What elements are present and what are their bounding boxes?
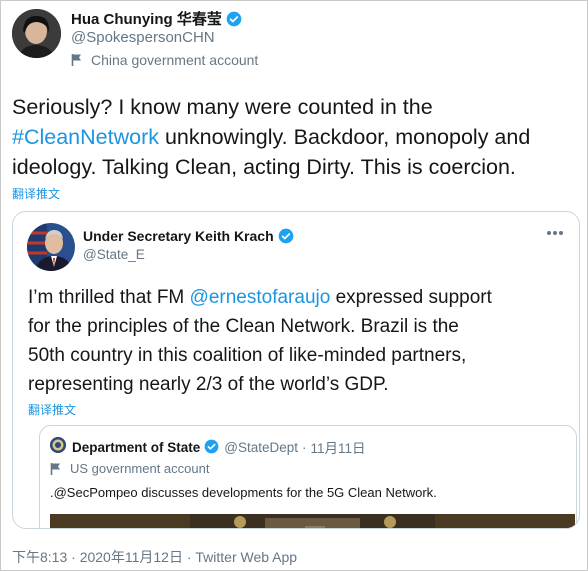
more-options-icon[interactable] [545,226,565,240]
author-name-row[interactable]: Hua Chunying 华春莹 [71,8,242,29]
tweet-line-2: #CleanNetwork unknowingly. Backdoor, mon… [12,122,582,152]
translate-tweet-link[interactable]: 翻译推文 [12,185,60,202]
verified-badge-icon [226,11,242,27]
tweet-line-3: ideology. Talking Clean, acting Dirty. T… [12,155,516,179]
quoted-line-1-post: expressed support [330,287,492,308]
nested-header: Department of State @StateDept · 11月11日 [72,437,366,457]
quoted-author-name-row[interactable]: Under Secretary Keith Krach [83,228,294,244]
author-handle[interactable]: @SpokespersonCHN [71,29,215,46]
hashtag-link[interactable]: #CleanNetwork [12,125,159,149]
tweet-timestamp[interactable]: 下午8:13 · 2020年11月12日 · Twitter Web App [12,547,297,567]
mention-link[interactable]: @ernestofaraujo [190,287,331,308]
nested-separator: · [302,439,307,455]
account-label-text: China government account [91,52,259,68]
flag-icon [50,462,62,476]
quoted-author-name[interactable]: Under Secretary Keith Krach [83,228,274,244]
nested-date[interactable]: 11月11日 [311,437,366,457]
quoted-line-3: 50th country in this coalition of like-m… [28,345,467,366]
author-name[interactable]: Hua Chunying 华春莹 [71,8,222,29]
state-dept-seal-icon [50,437,66,453]
nested-quoted-tweet[interactable]: Department of State @StateDept · 11月11日 … [39,425,577,528]
nested-author-name[interactable]: Department of State [72,440,200,455]
quoted-translate-link[interactable]: 翻译推文 [28,401,76,418]
tweet-line-1: Seriously? I know many were counted in t… [12,95,433,119]
verified-badge-icon [278,228,294,244]
nested-account-label-text: US government account [70,461,210,476]
quoted-author-handle[interactable]: @State_E [83,247,145,262]
quoted-line-2: for the principles of the Clean Network.… [28,316,459,337]
nested-media-image[interactable] [50,514,575,528]
quoted-line-1-pre: I’m thrilled that FM [28,287,190,308]
verified-badge-icon [204,439,220,455]
author-avatar[interactable] [12,9,61,58]
nested-author-handle[interactable]: @StateDept [224,440,298,455]
nested-account-label: US government account [50,461,209,476]
quoted-line-4: representing nearly 2/3 of the world’s G… [28,374,389,395]
quoted-tweet[interactable]: Under Secretary Keith Krach @State_E I’m… [12,211,580,529]
tweet-line-2-rest: unknowingly. Backdoor, monopoly and [158,125,531,149]
account-label: China government account [71,52,258,68]
tweet-text: Seriously? I know many were counted in t… [12,92,582,182]
quoted-tweet-text: I’m thrilled that FM @ernestofaraujo exp… [28,283,573,399]
flag-icon [71,53,83,67]
quoted-author-avatar[interactable] [27,223,75,271]
nested-tweet-text: .@SecPompeo discusses developments for t… [50,485,437,500]
quoted-line-1: I’m thrilled that FM @ernestofaraujo exp… [28,283,573,312]
